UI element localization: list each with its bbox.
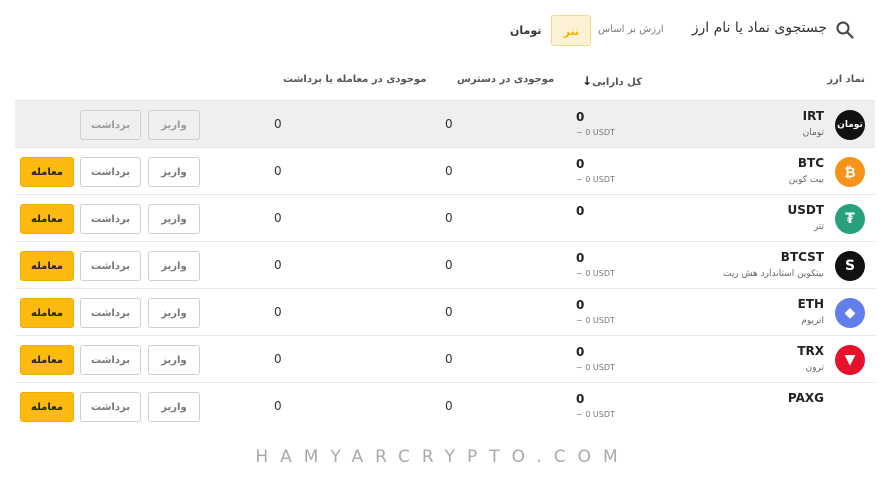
- total-balance: 0: [576, 392, 585, 406]
- table-row: PAXG 0 ~ 0 USDT 0 0 واریز برداشت معامله: [15, 382, 875, 429]
- total-balance: 0: [576, 204, 585, 218]
- table-row: ◆ ETH اتریوم 0 ~ 0 USDT 0 0 واریز برداشت…: [15, 288, 875, 335]
- sort-arrow-icon: ↓: [582, 74, 593, 88]
- in-trade-balance: 0: [274, 258, 282, 272]
- currency-option-toman[interactable]: تومان: [500, 15, 551, 46]
- search-input[interactable]: جستجوی نماد یا نام ارز: [692, 20, 827, 36]
- table-row: S BTCST بیتکوین استاندارد هش ریت 0 ~ 0 U…: [15, 241, 875, 288]
- withdraw-button[interactable]: برداشت: [80, 345, 141, 375]
- total-balance: 0: [576, 345, 585, 359]
- total-balance: 0: [576, 110, 585, 124]
- table-row: ▼ TRX ترون 0 ~ 0 USDT 0 0 واریز برداشت م…: [15, 335, 875, 382]
- withdraw-button[interactable]: برداشت: [80, 298, 141, 328]
- currency-option-tether[interactable]: تتر: [551, 15, 592, 46]
- ethereum-icon: ◆: [835, 298, 865, 328]
- coin-name: تتر: [813, 222, 824, 232]
- tron-icon: ▼: [835, 345, 865, 375]
- in-trade-balance: 0: [274, 211, 282, 225]
- total-usdt-value: ~ 0 USDT: [576, 175, 615, 184]
- coin-symbol: IRT: [802, 109, 824, 123]
- header-symbol: نماد ارز: [827, 74, 865, 85]
- total-usdt-value: ~ 0 USDT: [576, 269, 615, 278]
- coin-symbol: BTC: [797, 156, 824, 170]
- withdraw-button[interactable]: برداشت: [80, 204, 141, 234]
- coin-symbol: TRX: [797, 344, 824, 358]
- total-usdt-value: ~ 0 USDT: [576, 410, 615, 419]
- coin-name: بیتکوین استاندارد هش ریت: [723, 269, 824, 279]
- in-trade-balance: 0: [274, 117, 282, 131]
- trade-button[interactable]: معامله: [20, 157, 74, 187]
- trade-button[interactable]: معامله: [20, 345, 74, 375]
- withdraw-button[interactable]: برداشت: [80, 110, 141, 140]
- deposit-button[interactable]: واریز: [148, 204, 200, 234]
- table-header: نماد ارز کل دارایی↓ موجودی در دسترس موجو…: [0, 66, 885, 96]
- in-trade-balance: 0: [274, 305, 282, 319]
- coin-symbol: BTCST: [780, 250, 824, 264]
- trade-button[interactable]: معامله: [20, 298, 74, 328]
- deposit-button[interactable]: واریز: [148, 110, 200, 140]
- deposit-button[interactable]: واریز: [148, 157, 200, 187]
- available-balance: 0: [445, 117, 453, 131]
- withdraw-button[interactable]: برداشت: [80, 392, 141, 422]
- deposit-button[interactable]: واریز: [148, 345, 200, 375]
- withdraw-button[interactable]: برداشت: [80, 157, 141, 187]
- header-total-label: کل دارایی: [592, 77, 642, 88]
- available-balance: 0: [445, 164, 453, 178]
- toman-icon: تومان: [835, 110, 865, 140]
- coin-name: تومان: [802, 128, 824, 138]
- withdraw-button[interactable]: برداشت: [80, 251, 141, 281]
- watermark: HAMYARCRYPTO.COM: [255, 447, 630, 467]
- deposit-button[interactable]: واریز: [148, 298, 200, 328]
- search-icon[interactable]: [836, 21, 854, 39]
- total-usdt-value: ~ 0 USDT: [576, 363, 615, 372]
- header-total[interactable]: کل دارایی↓: [578, 74, 642, 88]
- total-balance: 0: [576, 157, 585, 171]
- coin-symbol: PAXG: [787, 391, 824, 405]
- deposit-button[interactable]: واریز: [148, 392, 200, 422]
- available-balance: 0: [445, 352, 453, 366]
- value-basis-label: ارزش بر اساس: [598, 24, 664, 35]
- in-trade-balance: 0: [274, 352, 282, 366]
- trade-button[interactable]: معامله: [20, 204, 74, 234]
- trade-button[interactable]: معامله: [20, 251, 74, 281]
- header-in-trade: موجودی در معامله یا برداشت: [283, 74, 427, 85]
- header-available: موجودی در دسترس: [457, 74, 555, 85]
- coin-symbol: USDT: [787, 203, 824, 217]
- coin-name: ترون: [805, 363, 824, 373]
- total-balance: 0: [576, 298, 585, 312]
- asset-table: تومان IRT تومان 0 ~ 0 USDT 0 0 واریز برد…: [15, 100, 875, 429]
- total-usdt-value: ~ 0 USDT: [576, 316, 615, 325]
- coin-name: بیت کوین: [788, 175, 824, 185]
- btcst-icon: S: [835, 251, 865, 281]
- currency-toggle: تومان تتر: [500, 15, 592, 46]
- available-balance: 0: [445, 305, 453, 319]
- total-balance: 0: [576, 251, 585, 265]
- deposit-button[interactable]: واریز: [148, 251, 200, 281]
- trade-button[interactable]: معامله: [20, 392, 74, 422]
- coin-name: اتریوم: [801, 316, 824, 326]
- available-balance: 0: [445, 258, 453, 272]
- in-trade-balance: 0: [274, 164, 282, 178]
- available-balance: 0: [445, 211, 453, 225]
- paxg-icon: [835, 392, 865, 422]
- table-row: ₮ USDT تتر 0 0 0 واریز برداشت معامله: [15, 194, 875, 241]
- tether-icon: ₮: [835, 204, 865, 234]
- coin-symbol: ETH: [797, 297, 824, 311]
- top-bar: جستجوی نماد یا نام ارز ارزش بر اساس توما…: [0, 0, 885, 62]
- bitcoin-icon: ₿: [835, 157, 865, 187]
- in-trade-balance: 0: [274, 399, 282, 413]
- table-row: ₿ BTC بیت کوین 0 ~ 0 USDT 0 0 واریز بردا…: [15, 147, 875, 194]
- table-row: تومان IRT تومان 0 ~ 0 USDT 0 0 واریز برد…: [15, 100, 875, 147]
- available-balance: 0: [445, 399, 453, 413]
- total-usdt-value: ~ 0 USDT: [576, 128, 615, 137]
